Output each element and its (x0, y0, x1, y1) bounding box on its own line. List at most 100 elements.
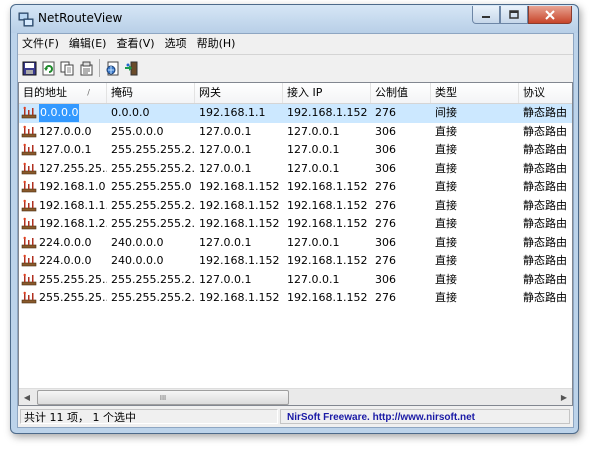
cell-interface: 192.168.1.152 (283, 178, 371, 197)
close-icon (545, 9, 555, 20)
cell-gateway: 127.0.0.1 (195, 123, 283, 142)
close-button[interactable] (528, 6, 572, 24)
cell-protocol: 静态路由 (519, 252, 572, 271)
cell-mask-text: 240.0.0.0 (111, 235, 164, 249)
menu-edit[interactable]: 编辑(E) (65, 34, 113, 54)
maximize-icon (509, 10, 519, 19)
cell-gateway-text: 192.168.1.152 (199, 180, 280, 193)
cell-metric-text: 276 (375, 291, 396, 304)
cell-interface: 192.168.1.152 (283, 104, 371, 123)
column-header-metric[interactable]: 公制值 (371, 83, 431, 103)
cell-mask-text: 255.255.255.0 (111, 180, 192, 193)
list-header: 目的地址 / 掩码 网关 接入 IP 公制值 类型 协议 (19, 83, 572, 104)
column-header-label: 类型 (435, 86, 457, 99)
refresh-icon (42, 61, 55, 75)
column-header-destination[interactable]: 目的地址 / (19, 83, 107, 103)
scrollbar-thumb[interactable]: III (37, 390, 289, 405)
cell-protocol-text: 静态路由 (523, 161, 567, 175)
scrollbar-grip: III (159, 393, 167, 402)
scroll-right-icon[interactable]: ▶ (556, 389, 572, 405)
cell-type: 直接 (431, 289, 519, 308)
cell-protocol-text: 静态路由 (523, 254, 567, 267)
cell-destination-text: 127.255.25... (39, 161, 107, 175)
cell-metric: 276 (371, 104, 431, 123)
route-list[interactable]: 目的地址 / 掩码 网关 接入 IP 公制值 类型 协议 0.0.0.0 0.0.… (18, 82, 573, 406)
route-icon (21, 236, 37, 249)
cell-interface: 192.168.1.152 (283, 252, 371, 271)
cell-type-text: 直接 (435, 235, 457, 249)
column-header-type[interactable]: 类型 (431, 83, 519, 103)
table-row[interactable]: 192.168.1.0 255.255.255.0 192.168.1.152 192… (19, 178, 572, 197)
cell-destination-text: 224.0.0.0 (39, 254, 92, 268)
properties-button[interactable] (77, 59, 96, 78)
table-row[interactable]: 224.0.0.0 240.0.0.0 127.0.0.1 127.0.0.1 306 直… (19, 234, 572, 253)
column-header-gateway[interactable]: 网关 (195, 83, 283, 103)
nirsoft-link[interactable]: NirSoft Freeware. http://www.nirsoft.net (280, 409, 570, 424)
table-row[interactable]: 127.0.0.1 255.255.255.2... 127.0.0.1 127.0.… (19, 141, 572, 160)
cell-gateway-text: 127.0.0.1 (199, 124, 252, 138)
menu-options[interactable]: 选项 (161, 34, 193, 54)
table-row[interactable]: 0.0.0.0 0.0.0.0 192.168.1.1 192.168.1.152 27… (19, 104, 572, 123)
cell-interface: 127.0.0.1 (283, 141, 371, 160)
cell-metric: 276 (371, 289, 431, 308)
menu-view[interactable]: 查看(V) (112, 34, 160, 54)
table-row[interactable]: 127.0.0.0 255.0.0.0 127.0.0.1 127.0.0.1 306 直… (19, 123, 572, 142)
cell-destination: 224.0.0.0 (19, 234, 107, 253)
cell-interface-text: 192.168.1.152 (287, 198, 368, 212)
cell-gateway-text: 192.168.1.152 (199, 217, 280, 230)
cell-metric-text: 276 (375, 198, 396, 212)
table-row[interactable]: 224.0.0.0 240.0.0.0 192.168.1.152 192.168.1… (19, 252, 572, 271)
cell-type-text: 直接 (435, 161, 457, 175)
cell-mask-text: 255.255.255.2... (111, 291, 195, 304)
cell-destination: 127.255.25... (19, 160, 107, 179)
cell-protocol: 静态路由 (519, 215, 572, 234)
menu-help[interactable]: 帮助(H) (193, 34, 242, 54)
cell-type: 间接 (431, 104, 519, 123)
table-row[interactable]: 192.168.1.2... 255.255.255.2... 192.168.1.… (19, 215, 572, 234)
column-header-mask[interactable]: 掩码 (107, 83, 195, 103)
save-icon (22, 61, 37, 75)
route-icon (21, 273, 37, 286)
cell-type-text: 直接 (435, 180, 457, 193)
html-report-button[interactable] (103, 59, 122, 78)
cell-metric-text: 306 (375, 161, 396, 175)
menu-file[interactable]: 文件(F) (18, 34, 65, 54)
exit-button[interactable] (122, 59, 141, 78)
cell-metric: 276 (371, 252, 431, 271)
column-header-interface[interactable]: 接入 IP (283, 83, 371, 103)
cell-gateway: 127.0.0.1 (195, 234, 283, 253)
cell-destination: 127.0.0.1 (19, 141, 107, 160)
cell-protocol: 静态路由 (519, 289, 572, 308)
cell-interface-text: 192.168.1.152 (287, 217, 368, 230)
table-row[interactable]: 255.255.25... 255.255.255.2... 192.168.1.1… (19, 289, 572, 308)
cell-destination-text: 192.168.1.2... (39, 217, 107, 231)
cell-metric: 306 (371, 271, 431, 290)
cell-protocol-text: 静态路由 (523, 124, 567, 138)
route-icon (21, 144, 37, 156)
table-row[interactable]: 255.255.25... 255.255.255.2... 127.0.0.1 12… (19, 271, 572, 290)
title-bar[interactable]: NetRouteView (11, 5, 578, 33)
cell-type: 直接 (431, 271, 519, 290)
cell-type-text: 直接 (435, 254, 457, 267)
column-header-protocol[interactable]: 协议 (519, 83, 572, 103)
copy-button[interactable] (58, 59, 77, 78)
scroll-left-icon[interactable]: ◀ (19, 389, 35, 405)
cell-gateway-text: 127.0.0.1 (199, 235, 252, 249)
cell-type: 直接 (431, 160, 519, 179)
maximize-button[interactable] (500, 6, 528, 24)
horizontal-scrollbar[interactable]: ◀ III ▶ (19, 388, 572, 405)
cell-protocol-text: 静态路由 (523, 106, 567, 119)
toolbar (20, 57, 141, 79)
minimize-button[interactable] (472, 6, 500, 24)
cell-protocol-text: 静态路由 (523, 235, 567, 249)
cell-protocol-text: 静态路由 (523, 180, 567, 193)
cell-destination: 192.168.1.1... (19, 197, 107, 216)
table-row[interactable]: 192.168.1.1... 255.255.255.2... 192.168.1.… (19, 197, 572, 216)
cell-gateway-text: 192.168.1.152 (199, 198, 280, 212)
table-row[interactable]: 127.255.25... 255.255.255.2... 127.0.0.1 12… (19, 160, 572, 179)
save-button[interactable] (20, 59, 39, 78)
refresh-button[interactable] (39, 59, 58, 78)
cell-type-text: 直接 (435, 272, 457, 286)
cell-destination-text: 127.0.0.1 (39, 143, 92, 157)
cell-interface: 192.168.1.152 (283, 289, 371, 308)
